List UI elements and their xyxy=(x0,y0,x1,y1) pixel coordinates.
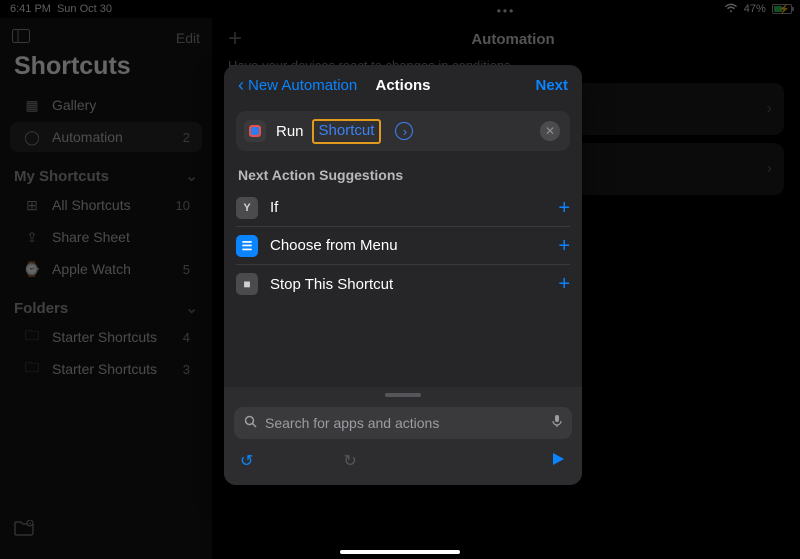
battery-percent: 47% xyxy=(744,3,766,15)
play-button[interactable] xyxy=(550,451,566,472)
sidebar-item-share-sheet[interactable]: ⇪ Share Sheet xyxy=(10,222,202,252)
chevron-right-icon: › xyxy=(767,100,772,118)
sidebar-item-label: Starter Shortcuts xyxy=(52,329,157,345)
sidebar-toggle-icon[interactable] xyxy=(12,29,30,48)
automation-icon: ◯ xyxy=(22,129,42,146)
sidebar-item-label: Starter Shortcuts xyxy=(52,361,157,377)
sidebar-item-label: Gallery xyxy=(52,97,96,113)
search-icon xyxy=(244,415,257,431)
sidebar-folder-item[interactable]: 🗀 Starter Shortcuts 4 xyxy=(10,322,202,352)
add-suggestion-icon[interactable]: + xyxy=(558,274,570,294)
suggestion-choose-menu[interactable]: ☰ Choose from Menu + xyxy=(236,227,570,265)
shortcuts-app-icon xyxy=(244,120,266,142)
undo-button[interactable]: ↺ xyxy=(240,451,253,471)
folder-icon: 🗀 xyxy=(22,325,42,349)
watch-icon: ⌚ xyxy=(22,261,42,278)
status-time: 6:41 PM xyxy=(10,3,51,15)
add-suggestion-icon[interactable]: + xyxy=(558,198,570,218)
home-indicator[interactable] xyxy=(340,550,460,554)
status-date: Sun Oct 30 xyxy=(57,3,112,15)
sidebar-item-label: All Shortcuts xyxy=(52,197,131,213)
chevron-left-icon: ‹ xyxy=(238,75,244,96)
expand-action-icon[interactable] xyxy=(395,122,413,140)
sidebar-item-label: Automation xyxy=(52,129,123,145)
folder-icon: 🗀 xyxy=(22,357,42,381)
run-shortcut-action[interactable]: Run Shortcut ✕ xyxy=(236,111,570,151)
chevron-right-icon: › xyxy=(767,160,772,178)
sidebar-item-label: Apple Watch xyxy=(52,261,131,277)
wifi-icon xyxy=(724,3,738,16)
add-automation-button[interactable]: + xyxy=(228,27,242,51)
sidebar-item-gallery[interactable]: ▦ Gallery xyxy=(10,90,202,120)
search-input[interactable] xyxy=(265,415,544,431)
grid4-icon: ⊞ xyxy=(22,197,42,214)
sheet-grabber-icon[interactable] xyxy=(385,393,421,397)
section-my-shortcuts[interactable]: My Shortcuts ⌄ xyxy=(0,153,212,189)
status-bar: 6:41 PM Sun Oct 30 47% ⚡ xyxy=(0,0,800,18)
mic-icon[interactable] xyxy=(552,414,562,433)
actions-modal: ‹ New Automation Actions Next Run Shortc… xyxy=(224,65,582,485)
sidebar-folder-item[interactable]: 🗀 Starter Shortcuts 3 xyxy=(10,354,202,384)
menu-icon: ☰ xyxy=(236,235,258,257)
sidebar-item-automation[interactable]: ◯ Automation 2 xyxy=(10,122,202,152)
modal-footer: ↺ ↻ xyxy=(224,387,582,485)
edit-button[interactable]: Edit xyxy=(176,30,200,46)
shortcut-token-highlight[interactable]: Shortcut xyxy=(312,119,382,144)
redo-button: ↻ xyxy=(343,451,356,471)
sidebar-item-label: Share Sheet xyxy=(52,229,130,245)
back-button[interactable]: ‹ New Automation xyxy=(238,75,357,96)
modal-title: Actions xyxy=(375,77,430,94)
page-title: Automation xyxy=(471,31,554,48)
clear-action-icon[interactable]: ✕ xyxy=(540,121,560,141)
sidebar-item-all-shortcuts[interactable]: ⊞ All Shortcuts 10 xyxy=(10,190,202,220)
chevron-down-icon: ⌄ xyxy=(185,167,198,185)
suggestion-stop-shortcut[interactable]: ■ Stop This Shortcut + xyxy=(236,265,570,303)
sidebar-item-apple-watch[interactable]: ⌚ Apple Watch 5 xyxy=(10,254,202,284)
suggestion-if[interactable]: Y If + xyxy=(236,189,570,227)
action-run-label: Run xyxy=(276,123,304,140)
new-folder-icon[interactable]: + xyxy=(14,523,34,540)
action-search[interactable] xyxy=(234,407,572,439)
stop-icon: ■ xyxy=(236,273,258,295)
next-button[interactable]: Next xyxy=(535,77,568,94)
suggestions-heading: Next Action Suggestions xyxy=(224,163,582,189)
share-icon: ⇪ xyxy=(22,229,42,246)
add-suggestion-icon[interactable]: + xyxy=(558,236,570,256)
grid-icon: ▦ xyxy=(22,97,42,114)
battery-icon: ⚡ xyxy=(772,4,790,15)
svg-text:+: + xyxy=(29,521,32,527)
chevron-down-icon: ⌄ xyxy=(185,299,198,317)
section-folders[interactable]: Folders ⌄ xyxy=(0,285,212,321)
sidebar-title: Shortcuts xyxy=(0,50,212,89)
sidebar: Edit Shortcuts ▦ Gallery ◯ Automation 2 … xyxy=(0,18,212,559)
multitask-indicator-icon[interactable]: ••• xyxy=(497,4,516,18)
branch-icon: Y xyxy=(236,197,258,219)
